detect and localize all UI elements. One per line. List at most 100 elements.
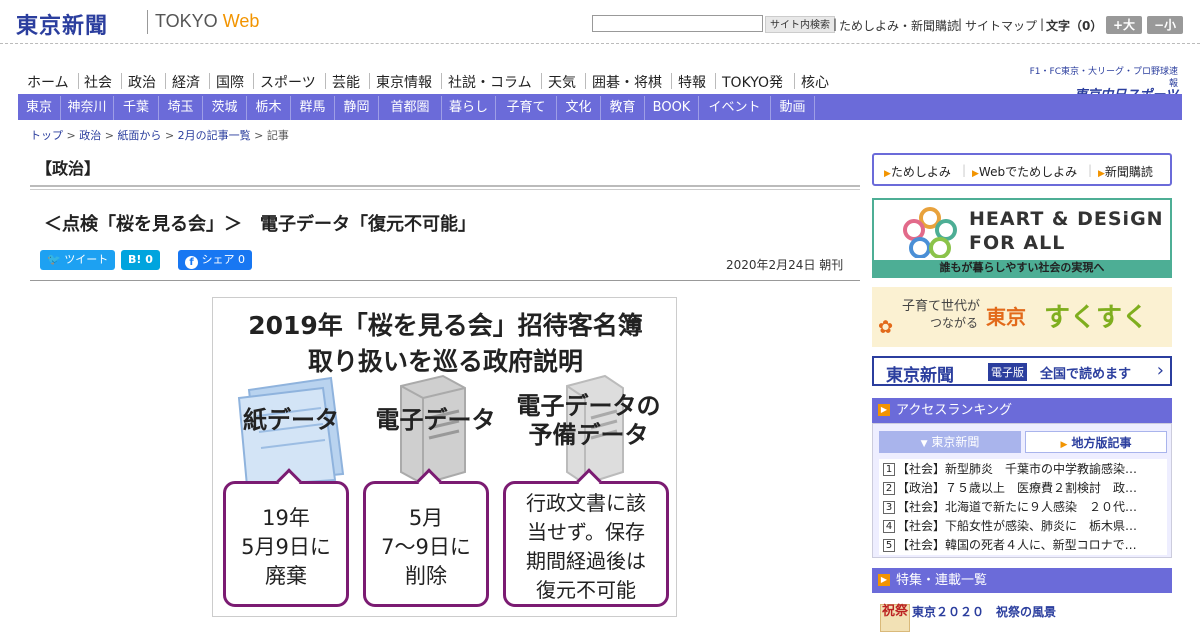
ranking-item[interactable]: 2 【政治】７５歳以上 医療費２割検討 政… [883,479,1165,498]
nav-divider [253,73,254,89]
nav-tokyo-info[interactable]: 東京情報 [376,72,432,92]
features-heading-label: 特集・連載一覧 [896,573,988,588]
nav-editorial[interactable]: 社説・コラム [448,72,532,92]
digital-edition-text: 全国で読めます [1040,367,1132,382]
breadcrumb-separator: > [164,129,175,142]
breadcrumb-month-list[interactable]: 2月の記事一覧 [178,129,251,142]
bubble-line: 復元不可能 [536,578,636,602]
search-input[interactable] [592,15,763,32]
subnav-chiba[interactable]: 千葉 [114,96,159,120]
nav-divider [165,73,166,89]
nav-home[interactable]: ホーム [27,72,69,92]
breadcrumb-top[interactable]: トップ [30,129,63,142]
tokyo-web-logo[interactable]: TOKYO Web [155,11,259,32]
subnav-culture[interactable]: 文化 [557,96,601,120]
digital-edition-banner[interactable]: 東京新聞 電子版 全国で読めます › [872,356,1172,386]
hd-banner-caption: 誰もが暮らしやすい社会の実現へ [874,260,1170,276]
breadcrumb-separator: > [104,129,114,142]
ranking-tab-regional[interactable]: ▶ 地方版記事 [1025,431,1167,453]
ranking-item-text: 【社会】韓国の死者４人に、新型コロナで… [897,538,1137,552]
subnav-gunma[interactable]: 群馬 [291,96,335,120]
feature-item[interactable]: 祝祭 東京２０２０ 祝祭の風景 [872,603,1172,633]
logo-sub-web: Web [222,11,260,31]
arrow-right-icon: ▶ [972,169,979,179]
nav-entertainment[interactable]: 芸能 [332,72,360,92]
breadcrumb-separator: > [66,129,76,142]
ranking-tab-tokyo[interactable]: ▼ 東京新聞 [879,431,1021,453]
breadcrumb-politics[interactable]: 政治 [79,129,101,142]
nav-politics[interactable]: 政治 [128,72,156,92]
nav-weather[interactable]: 天気 [548,72,576,92]
bubble-paper: 19年 5月9日に 廃棄 [223,468,349,607]
arrow-right-icon: ▶ [878,574,890,586]
facebook-share-button[interactable]: f シェア 0 [178,250,252,270]
trial-subscribe-link[interactable]: ためしよみ・新聞購読 [839,17,959,34]
nav-divider [78,73,79,89]
nav-go-shogi[interactable]: 囲碁・将棋 [592,72,662,92]
regional-nav: 東京 神奈川 千葉 埼玉 茨城 栃木 群馬 静岡 首都圏 暮らし 子育て 文化 … [18,96,1182,120]
hd-banner-line1: HEART & DESiGN [969,208,1164,230]
rank-number: 1 [883,463,895,476]
site-search-button[interactable]: サイト内検索 [765,16,835,33]
web-trial-link[interactable]: ▶Webでためしよみ [972,163,1077,180]
bubble-line: 当せず。保存 [527,520,645,544]
col-label-text: 紙データ [243,406,339,434]
divider-bar: | [958,17,963,31]
rank-number: 3 [883,501,895,514]
subnav-parenting[interactable]: 子育て [496,96,557,120]
site-logo[interactable]: 東京新聞 [16,8,108,40]
nav-sports[interactable]: スポーツ [260,72,316,92]
trial-link-label: ためしよみ [890,165,951,179]
nav-society[interactable]: 社会 [84,72,112,92]
subnav-living[interactable]: 暮らし [442,96,496,120]
ranking-item[interactable]: 1 【社会】新型肺炎 千葉市の中学教諭感染… [883,460,1165,479]
font-smaller-button[interactable]: −小 [1147,16,1183,34]
nav-core[interactable]: 核心 [801,72,829,92]
subnav-video[interactable]: 動画 [771,96,815,120]
tweet-button[interactable]: 🐦 ツイート [40,250,116,270]
nav-special-report[interactable]: 特報 [678,72,706,92]
subnav-shutoken[interactable]: 首都圏 [379,96,442,120]
nav-tokyo-hatsu[interactable]: TOKYO発 [722,72,783,92]
site-header: 東京新聞 TOKYO Web サイト内検索 | ためしよみ・新聞購読 | サイト… [0,0,1200,44]
nav-divider [369,73,370,89]
ranking-item[interactable]: 4 【社会】下船女性が感染、肺炎に 栃木県… [883,517,1165,536]
ranking-item[interactable]: 5 【社会】韓国の死者４人に、新型コロナで… [883,536,1165,555]
flower-logo-icon [903,207,957,258]
col-label-paper: 紙データ [221,406,361,435]
subscribe-link[interactable]: ▶新聞購読 [1098,163,1153,180]
nav-divider [121,73,122,89]
chevron-right-icon: › [1156,360,1164,381]
article-rule [30,280,860,281]
subnav-education[interactable]: 教育 [601,96,645,120]
sitemap-link[interactable]: サイトマップ [965,17,1037,34]
sukusuku-banner[interactable]: ✿ 子育て世代が つながる 東京 すくすく [872,287,1172,347]
nav-economy[interactable]: 経済 [172,72,200,92]
heart-design-banner[interactable]: HEART & DESiGN FOR ALL 誰もが暮らしやすい社会の実現へ [872,198,1172,278]
subnav-events[interactable]: イベント [699,96,771,120]
nav-divider [441,73,442,89]
ranking-heading: ▶ アクセスランキング [872,398,1172,423]
digital-edition-logo: 東京新聞 [886,366,954,386]
subnav-shizuoka[interactable]: 静岡 [335,96,379,120]
subnav-tokyo[interactable]: 東京 [18,96,61,120]
ranking-item[interactable]: 3 【社会】北海道で新たに９人感染 ２０代… [883,498,1165,517]
subnav-ibaraki[interactable]: 茨城 [203,96,247,120]
nav-divider [715,73,716,89]
hatena-bookmark-button[interactable]: B! 0 [121,250,160,270]
subnav-book[interactable]: BOOK [645,96,699,120]
main-nav: ホーム 社会 政治 経済 国際 スポーツ 芸能 東京情報 社説・コラム 天気 囲… [18,66,1043,96]
font-larger-button[interactable]: +大 [1106,16,1142,34]
subnav-saitama[interactable]: 埼玉 [159,96,203,120]
infographic-title-line1: 2019年「桜を見る会」招待客名簿 [248,311,643,340]
nav-world[interactable]: 国際 [216,72,244,92]
col-label-electronic: 電子データ [353,406,518,435]
breadcrumb-separator: > [254,129,264,142]
trial-link[interactable]: ▶ためしよみ [884,163,951,180]
nav-divider [209,73,210,89]
breadcrumb-print[interactable]: 紙面から [117,129,161,142]
arrow-right-icon: ▶ [878,404,890,416]
sukusuku-sub2: つながる [930,316,979,330]
subnav-tochigi[interactable]: 栃木 [247,96,291,120]
subnav-kanagawa[interactable]: 神奈川 [61,96,114,120]
